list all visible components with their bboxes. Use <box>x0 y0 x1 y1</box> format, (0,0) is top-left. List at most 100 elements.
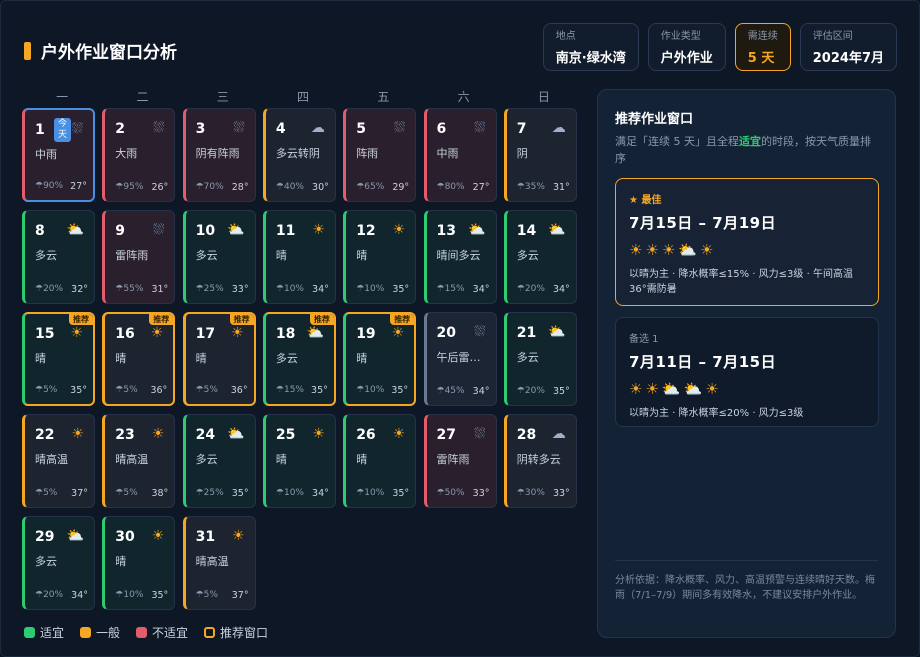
partly-cloudy-icon: ⛅ <box>683 380 706 398</box>
calendar-day[interactable]: 4 ☁ 多云转阴 ☂40% 30° <box>262 108 336 202</box>
calendar-day[interactable]: 5 ⛆ 阵雨 ☂65% 29° <box>343 108 417 202</box>
chip-work-type[interactable]: 作业类型 户外作业 <box>647 23 726 71</box>
day-number: 23 <box>115 427 135 443</box>
weather-desc: 晴高温 <box>115 453 149 466</box>
calendar-day[interactable]: 21 ⛅ 多云 ☂20% 35° <box>503 312 577 406</box>
precip-value: 10% <box>283 284 304 294</box>
calendar-day[interactable]: 18 推荐 ⛅ 多云 ☂15% 35° <box>262 312 336 406</box>
legend-item-good: 适宜 <box>24 624 64 641</box>
calendar-day[interactable]: 26 ☀ 晴 ☂10% 35° <box>343 414 417 508</box>
day-stats: ☂20% 35° <box>517 386 570 397</box>
legend-item-bad: 不适宜 <box>136 624 188 641</box>
legend-label: 推荐窗口 <box>220 626 269 640</box>
partly-cloudy-icon: ⛅ <box>548 222 566 238</box>
calendar-day[interactable]: 17 推荐 ☀ 晴 ☂5% 36° <box>182 312 256 406</box>
day-number: 30 <box>115 529 135 545</box>
precip-value: 5% <box>123 385 138 395</box>
day-stats: ☂10% 35° <box>356 385 408 396</box>
calendar-day[interactable]: 15 推荐 ☀ 晴 ☂5% 35° <box>22 312 95 406</box>
day-stats: ☂15% 34° <box>437 284 490 295</box>
day-stats: ☂5% 36° <box>115 385 167 396</box>
calendar-day[interactable]: 3 ⛆ 阴有阵雨 ☂70% 28° <box>182 108 256 202</box>
partly-cloudy-icon: ⛅ <box>548 324 566 340</box>
precip-prob: ☂10% <box>356 385 384 396</box>
sun-icon: ☀ <box>392 426 406 442</box>
calendar-day[interactable]: 24 ⛅ 多云 ☂25% 35° <box>182 414 256 508</box>
recommend-badge: 推荐 <box>309 314 334 325</box>
calendar-day[interactable]: 6 ⛆ 中雨 ☂80% 27° <box>423 108 497 202</box>
precip-prob: ☂5% <box>35 385 57 396</box>
precip-prob: ☂20% <box>35 590 63 601</box>
calendar-day[interactable]: 30 ☀ 晴 ☂10% 35° <box>102 516 176 610</box>
day-stats: ☂55% 31° <box>115 284 168 295</box>
calendar-day[interactable]: 31 ☀ 晴高温 ☂5% 37° <box>182 516 256 610</box>
precip-value: 80% <box>444 182 465 192</box>
calendar-day[interactable]: 22 ☀ 晴高温 ☂5% 37° <box>22 414 95 508</box>
weather-desc: 雷阵雨 <box>436 453 470 466</box>
calendar-day[interactable]: 23 ☀ 晴高温 ☂5% 38° <box>102 414 176 508</box>
calendar-day[interactable]: 7 ☁ 阴 ☂35% 31° <box>503 108 577 202</box>
sun-icon: ☀ <box>629 241 646 259</box>
alt-range: 7月11日 – 7月15日 <box>629 353 777 371</box>
partly-cloudy-icon: ⛅ <box>468 222 486 238</box>
recommend-badge: 推荐 <box>390 314 415 325</box>
weather-desc: 阴转多云 <box>516 453 561 466</box>
best-window-card[interactable]: ★ 最佳 7月15日 – 7月19日 ☀☀☀⛅☀ 以晴为主 · 降水概率≤15%… <box>615 178 879 306</box>
calendar-day[interactable]: 19 推荐 ☀ 晴 ☂10% 35° <box>343 312 417 406</box>
calendar-day[interactable]: 13 ⛅ 晴间多云 ☂15% 34° <box>423 210 497 304</box>
calendar-day[interactable]: 27 ⛆ 雷阵雨 ☂50% 33° <box>423 414 497 508</box>
recommend-badge: 推荐 <box>149 314 174 325</box>
calendar-day[interactable]: 10 ⛅ 多云 ☂25% 33° <box>182 210 256 304</box>
temperature: 26° <box>151 182 169 193</box>
chip-period[interactable]: 评估区间 2024年7月 <box>799 23 897 71</box>
weather-desc: 晴 <box>275 249 287 262</box>
day-stats: ☂45% 34° <box>437 386 490 397</box>
calendar-day[interactable]: 11 ☀ 晴 ☂10% 34° <box>262 210 336 304</box>
temperature: 35° <box>552 386 570 397</box>
day-stats: ☂90% 27° <box>35 181 87 192</box>
temperature: 31° <box>552 182 570 193</box>
day-number: 27 <box>436 427 456 443</box>
day-stats: ☂30% 33° <box>517 488 570 499</box>
day-number: 12 <box>356 223 376 239</box>
calendar-day[interactable]: 16 推荐 ☀ 晴 ☂5% 36° <box>102 312 176 406</box>
precip-prob: ☂20% <box>517 386 545 397</box>
temperature: 31° <box>151 284 169 295</box>
alt-window-card[interactable]: 备选 1 7月11日 – 7月15日 ☀☀⛅⛅☀ 以晴为主 · 降水概率≤20%… <box>615 317 879 427</box>
sun-icon: ☀ <box>391 325 405 341</box>
sun-icon: ☀ <box>629 380 646 398</box>
calendar-day[interactable]: 25 ☀ 晴 ☂10% 34° <box>262 414 336 508</box>
calendar-day[interactable]: 14 ⛅ 多云 ☂20% 34° <box>503 210 577 304</box>
day-stats: ☂10% 34° <box>276 284 329 295</box>
day-number: 16 <box>115 326 135 342</box>
calendar-day[interactable]: 20 ⛆ 午后雷… ☂45% 34° <box>423 312 497 406</box>
weather-desc: 阴 <box>516 147 528 160</box>
calendar-day[interactable]: 28 ☁ 阴转多云 ☂30% 33° <box>503 414 577 508</box>
rain-icon: ⛆ <box>153 120 165 136</box>
sun-icon: ☀ <box>71 426 84 442</box>
umbrella-icon: ☂ <box>195 488 204 498</box>
chip-label: 评估区间 <box>812 31 853 42</box>
precip-value: 25% <box>203 488 224 498</box>
umbrella-icon: ☂ <box>516 284 525 294</box>
calendar-day[interactable]: 8 ⛅ 多云 ☂20% 32° <box>22 210 95 304</box>
calendar-day[interactable]: 2 ⛆ 大雨 ☂95% 26° <box>102 108 176 202</box>
legend-label: 适宜 <box>40 626 65 640</box>
day-number: 17 <box>195 326 216 342</box>
calendar-day[interactable]: 1 今天 ⛆ 中雨 ☂90% 27° <box>22 108 95 202</box>
precip-prob: ☂20% <box>517 284 545 295</box>
calendar-day[interactable]: 29 ⛅ 多云 ☂20% 34° <box>22 516 95 610</box>
weather-desc: 午后雷… <box>436 351 481 364</box>
calendar-day[interactable]: 12 ☀ 晴 ☂10% 35° <box>343 210 417 304</box>
precip-value: 10% <box>283 488 304 498</box>
precip-value: 30% <box>524 488 545 498</box>
precip-prob: ☂5% <box>196 590 218 601</box>
alt-tag: 备选 1 <box>629 334 659 345</box>
alt-weather-icons: ☀☀⛅⛅☀ <box>629 380 865 398</box>
chip-consecutive-days[interactable]: 需连续 5 天 <box>734 23 791 71</box>
temperature: 30° <box>312 182 329 193</box>
umbrella-icon: ☂ <box>516 488 525 498</box>
chip-location[interactable]: 地点 南京·绿水湾 <box>542 23 639 71</box>
day-stats: ☂80% 27° <box>437 182 490 193</box>
calendar-day[interactable]: 9 ⛆ 雷阵雨 ☂55% 31° <box>102 210 176 304</box>
